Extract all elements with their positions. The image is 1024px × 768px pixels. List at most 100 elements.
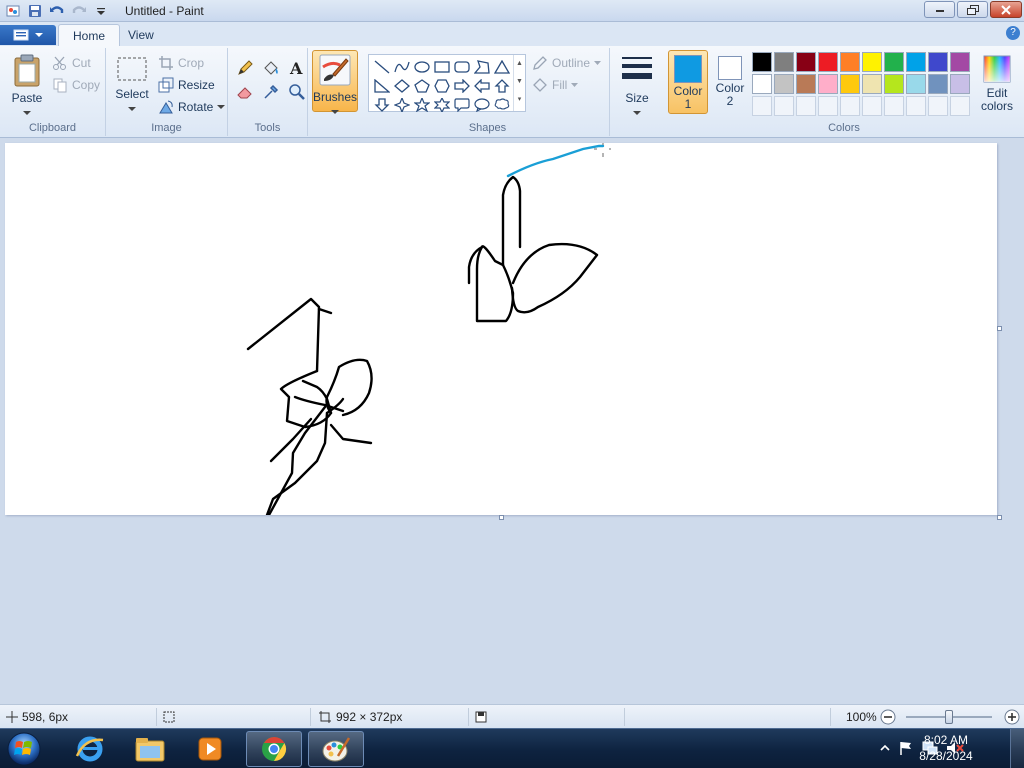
help-icon[interactable]: ? xyxy=(1006,26,1020,40)
triangle-shape-icon[interactable] xyxy=(492,57,512,76)
color1-button[interactable]: Color 1 xyxy=(668,50,708,114)
pencil-icon[interactable] xyxy=(234,58,256,78)
redo-icon[interactable] xyxy=(70,2,88,20)
up-arrow-shape-icon[interactable] xyxy=(492,76,512,95)
custom-color-slot[interactable] xyxy=(774,96,794,116)
color2-button[interactable]: Color 2 xyxy=(710,50,750,114)
canvas-resize-handle-corner[interactable] xyxy=(997,515,1002,520)
resize-button[interactable]: Resize xyxy=(158,75,215,95)
rotate-button[interactable]: Rotate xyxy=(158,97,226,117)
custom-color-slot[interactable] xyxy=(950,96,970,116)
drawing-canvas[interactable] xyxy=(5,143,997,517)
custom-color-slot[interactable] xyxy=(752,96,772,116)
diamond-shape-icon[interactable] xyxy=(392,76,412,95)
magnifier-icon[interactable] xyxy=(286,82,308,102)
palette-swatch[interactable] xyxy=(774,74,794,94)
paint-menu-button[interactable] xyxy=(0,25,56,45)
chrome-icon[interactable] xyxy=(246,731,302,767)
palette-swatch[interactable] xyxy=(840,52,860,72)
custom-color-slot[interactable] xyxy=(884,96,904,116)
canvas-resize-handle-bottom[interactable] xyxy=(499,515,504,520)
copy-button[interactable]: Copy xyxy=(52,75,100,95)
down-arrow-shape-icon[interactable] xyxy=(372,95,392,114)
zoom-out-button[interactable] xyxy=(880,705,896,729)
six-point-star-shape-icon[interactable] xyxy=(432,95,452,114)
hexagon-shape-icon[interactable] xyxy=(432,76,452,95)
shapes-scroll-arrows[interactable]: ▲ ▼ ▾ xyxy=(513,55,525,111)
right-arrow-shape-icon[interactable] xyxy=(452,76,472,95)
palette-swatch[interactable] xyxy=(818,74,838,94)
custom-color-slot[interactable] xyxy=(796,96,816,116)
tab-view[interactable]: View xyxy=(114,24,168,46)
shapes-gallery[interactable]: ▲ ▼ ▾ xyxy=(368,54,526,112)
polygon-shape-icon[interactable] xyxy=(472,57,492,76)
custom-color-slot[interactable] xyxy=(818,96,838,116)
custom-color-slot[interactable] xyxy=(928,96,948,116)
rectangle-shape-icon[interactable] xyxy=(432,57,452,76)
palette-swatch[interactable] xyxy=(752,52,772,72)
outline-button[interactable]: Outline xyxy=(532,53,602,73)
restore-button[interactable] xyxy=(957,1,988,18)
palette-swatch[interactable] xyxy=(906,74,926,94)
palette-swatch[interactable] xyxy=(796,74,816,94)
zoom-slider-thumb[interactable] xyxy=(945,710,953,724)
text-icon[interactable]: A xyxy=(286,58,308,78)
crop-button[interactable]: Crop xyxy=(158,53,204,73)
select-button[interactable]: Select xyxy=(112,54,152,115)
palette-swatch[interactable] xyxy=(862,52,882,72)
show-hidden-icons-icon[interactable] xyxy=(880,742,890,756)
palette-swatch[interactable] xyxy=(752,74,772,94)
left-arrow-shape-icon[interactable] xyxy=(472,76,492,95)
start-orb-icon[interactable] xyxy=(4,730,44,768)
right-triangle-shape-icon[interactable] xyxy=(372,76,392,95)
action-center-flag-icon[interactable] xyxy=(898,740,914,759)
zoom-slider[interactable] xyxy=(906,705,994,729)
canvas-resize-handle-right[interactable] xyxy=(997,326,1002,331)
tab-home[interactable]: Home xyxy=(58,24,121,46)
line-shape-icon[interactable] xyxy=(372,57,392,76)
paste-button[interactable]: Paste xyxy=(6,54,48,119)
color-picker-icon[interactable] xyxy=(260,82,282,102)
palette-swatch[interactable] xyxy=(884,52,904,72)
palette-swatch[interactable] xyxy=(862,74,882,94)
custom-color-slot[interactable] xyxy=(906,96,926,116)
palette-swatch[interactable] xyxy=(818,52,838,72)
undo-icon[interactable] xyxy=(48,2,66,20)
size-button[interactable]: Size xyxy=(616,54,658,119)
save-icon[interactable] xyxy=(26,2,44,20)
custom-color-slot[interactable] xyxy=(862,96,882,116)
zoom-in-button[interactable] xyxy=(1004,705,1020,729)
palette-swatch[interactable] xyxy=(884,74,904,94)
show-desktop-button[interactable] xyxy=(1010,729,1024,768)
palette-swatch[interactable] xyxy=(774,52,794,72)
edit-colors-button[interactable]: Edit colors xyxy=(974,54,1020,113)
palette-swatch[interactable] xyxy=(840,74,860,94)
palette-swatch[interactable] xyxy=(928,74,948,94)
palette-swatch[interactable] xyxy=(950,74,970,94)
eraser-icon[interactable] xyxy=(234,82,256,102)
palette-swatch[interactable] xyxy=(906,52,926,72)
cloud-callout-shape-icon[interactable] xyxy=(492,95,512,114)
palette-swatch[interactable] xyxy=(950,52,970,72)
paint-app-icon[interactable] xyxy=(4,2,22,20)
palette-swatch[interactable] xyxy=(796,52,816,72)
paint-icon[interactable] xyxy=(308,731,364,767)
four-point-star-shape-icon[interactable] xyxy=(392,95,412,114)
media-player-icon[interactable] xyxy=(182,731,238,767)
rounded-rectangle-shape-icon[interactable] xyxy=(452,57,472,76)
palette-swatch[interactable] xyxy=(928,52,948,72)
internet-explorer-icon[interactable] xyxy=(62,731,118,767)
brushes-button[interactable]: Brushes xyxy=(312,50,358,114)
custom-color-slot[interactable] xyxy=(840,96,860,116)
rounded-callout-shape-icon[interactable] xyxy=(452,95,472,114)
close-button[interactable] xyxy=(990,1,1022,18)
oval-callout-shape-icon[interactable] xyxy=(472,95,492,114)
customize-dropdown-icon[interactable] xyxy=(92,2,110,20)
file-explorer-icon[interactable] xyxy=(122,731,178,767)
pentagon-shape-icon[interactable] xyxy=(412,76,432,95)
five-point-star-shape-icon[interactable] xyxy=(412,95,432,114)
oval-shape-icon[interactable] xyxy=(412,57,432,76)
cut-button[interactable]: Cut xyxy=(52,53,91,73)
minimize-button[interactable] xyxy=(924,1,955,18)
clock[interactable]: 8:02 AM 8/28/2024 xyxy=(914,732,978,764)
